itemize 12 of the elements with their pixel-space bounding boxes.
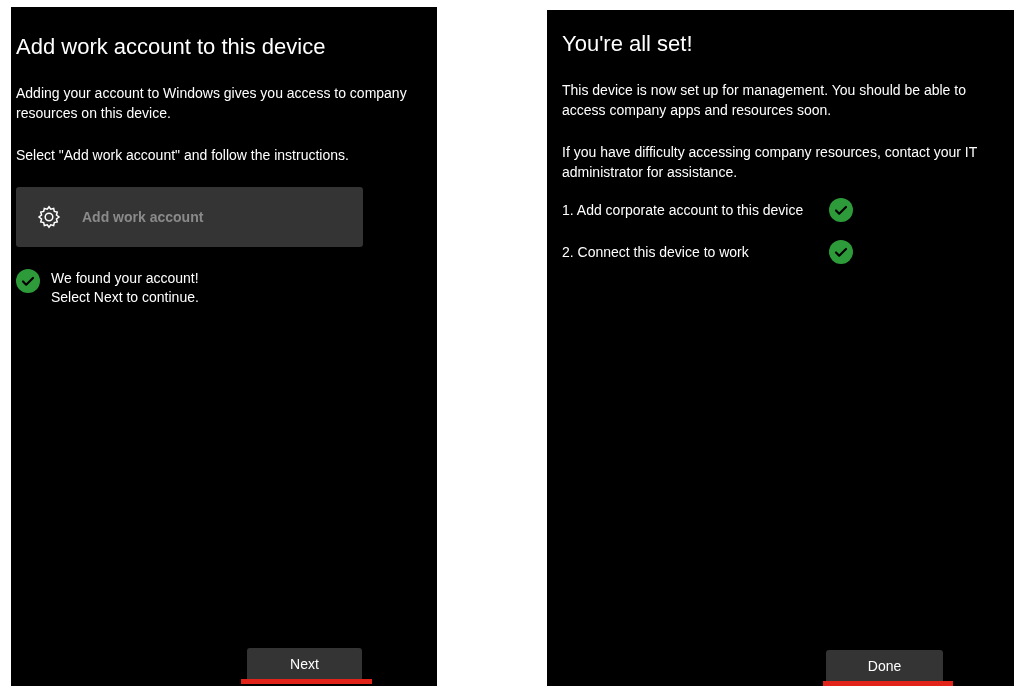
status-message: We found your account! Select Next to continue.: [51, 269, 199, 307]
step-label: 2. Connect this device to work: [562, 242, 750, 262]
description-text: If you have difficulty accessing company resources, contact your IT administrator for assistance.: [562, 143, 979, 182]
step-label: 1. Add corporate account to this device: [562, 200, 805, 220]
next-button[interactable]: Next: [247, 648, 362, 680]
description-text: Adding your account to Windows gives you access to company resources on this device.: [16, 84, 408, 123]
done-button[interactable]: Done: [826, 650, 943, 683]
description-text: This device is now set up for management. You should be able to access company apps and resources soon.: [562, 81, 967, 120]
page-title: Add work account to this device: [16, 33, 327, 61]
settings-icon: [36, 204, 62, 230]
page-title: You're all set!: [562, 30, 694, 58]
description-text: Select "Add work account" and follow the instructions.: [16, 146, 350, 165]
